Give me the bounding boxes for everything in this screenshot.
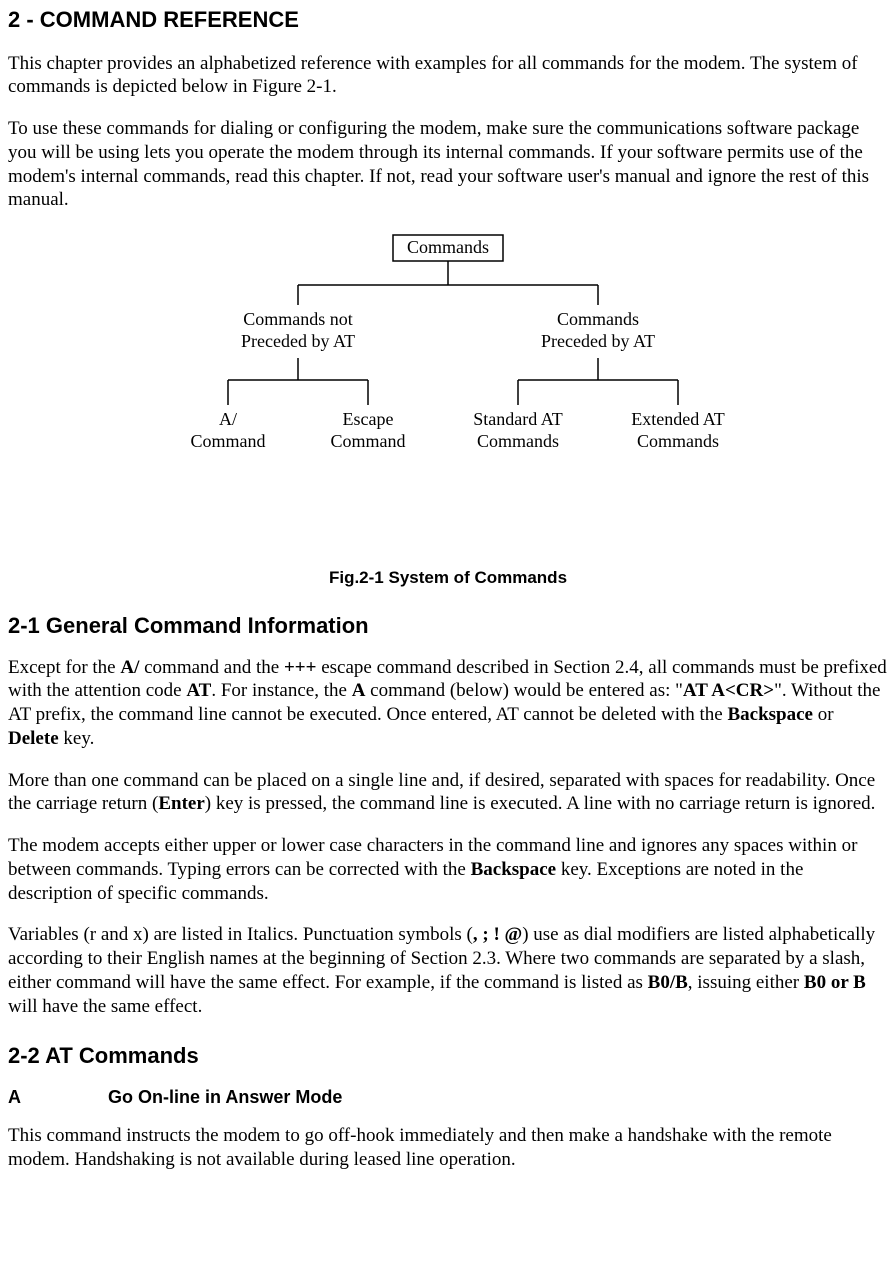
tree-leaf-4-line1: Extended AT — [631, 409, 724, 429]
command-a-heading: AGo On-line in Answer Mode — [8, 1086, 888, 1109]
section-2-1-paragraph-3: The modem accepts either upper or lower … — [8, 834, 888, 905]
figure-caption: Fig.2-1 System of Commands — [8, 567, 888, 588]
tree-branch-left-line2: Preceded by AT — [241, 331, 355, 351]
tree-leaf-4-line2: Commands — [637, 431, 719, 451]
tree-leaf-1-line1: A/ — [219, 409, 237, 429]
intro-paragraph-1: This chapter provides an alphabetized re… — [8, 52, 888, 100]
command-tree-diagram: Commands Commands not Preceded by AT Com… — [8, 230, 888, 588]
tree-leaf-3-line2: Commands — [477, 431, 559, 451]
section-2-1-paragraph-4: Variables (r and x) are listed in Italic… — [8, 923, 888, 1018]
tree-branch-right-line1: Commands — [557, 309, 639, 329]
tree-leaf-2-line2: Command — [331, 431, 406, 451]
tree-leaf-2-line1: Escape — [343, 409, 394, 429]
section-2-2-title: 2-2 AT Commands — [8, 1042, 888, 1070]
tree-root-label: Commands — [407, 237, 489, 257]
intro-paragraph-2: To use these commands for dialing or con… — [8, 117, 888, 212]
tree-branch-left-line1: Commands not — [243, 309, 353, 329]
section-2-1-paragraph-1: Except for the A/ command and the +++ es… — [8, 656, 888, 751]
chapter-title: 2 - COMMAND REFERENCE — [8, 6, 888, 34]
command-a-description: This command instructs the modem to go o… — [8, 1124, 888, 1172]
tree-branch-right-line2: Preceded by AT — [541, 331, 655, 351]
section-2-1-paragraph-2: More than one command can be placed on a… — [8, 769, 888, 817]
command-a-name: Go On-line in Answer Mode — [108, 1087, 342, 1107]
section-2-1-title: 2-1 General Command Information — [8, 612, 888, 640]
command-a-letter: A — [8, 1086, 108, 1109]
tree-leaf-1-line2: Command — [191, 431, 266, 451]
tree-leaf-3-line1: Standard AT — [473, 409, 563, 429]
